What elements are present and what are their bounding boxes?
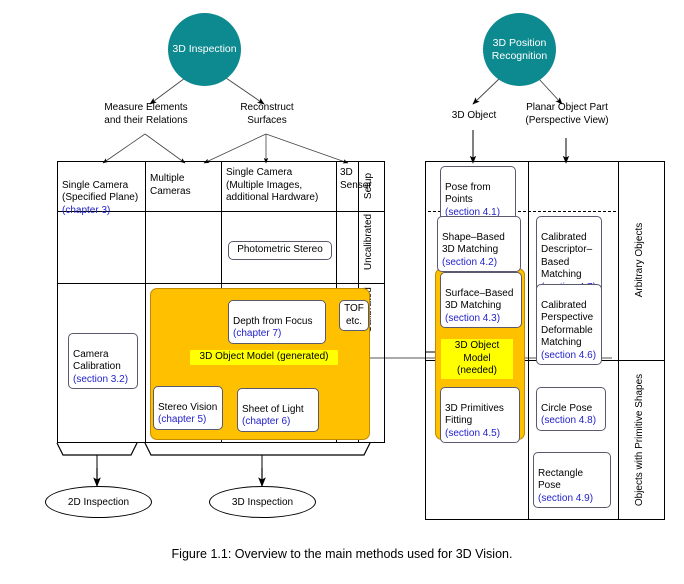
- highlight-3d-object-model-generated: 3D Object Model (generated): [190, 350, 338, 365]
- box-surface-based-title: Surface–Based 3D Matching: [445, 287, 514, 312]
- box-rectangle-pose-title: Rectangle Pose: [538, 467, 584, 492]
- branch-label-reconstruct-surfaces: Reconstruct Surfaces: [240, 102, 294, 126]
- box-circle-pose-ref: (section 4.8): [541, 415, 597, 426]
- box-depth-from-focus[interactable]: Depth from Focus (chapter 7): [228, 300, 326, 344]
- highlight-3d-object-model-needed: 3D Object Model (needed): [441, 339, 513, 379]
- box-surface-based-3d-matching[interactable]: Surface–Based 3D Matching (section 4.3): [440, 272, 522, 328]
- box-depth-from-focus-title: Depth from Focus: [233, 315, 313, 327]
- branch-label-planar-object-part: Planar Object Part (Perspective View): [525, 102, 609, 126]
- box-circle-pose-title: Circle Pose: [541, 402, 593, 414]
- left-col-header-0-text: Single Camera (Specified Plane): [62, 179, 139, 204]
- root-node-3d-position-recognition[interactable]: 3D Position Recognition: [483, 13, 556, 86]
- box-sheet-of-light-ref: (chapter 6): [242, 416, 291, 427]
- box-3d-primitives-fitting[interactable]: 3D Primitives Fitting (section 4.5): [440, 387, 520, 443]
- box-camera-calibration[interactable]: Camera Calibration (section 3.2): [68, 333, 138, 389]
- box-sheet-of-light-title: Sheet of Light: [242, 403, 304, 415]
- left-table-col-divider-1: [145, 161, 147, 443]
- box-photometric-stereo[interactable]: Photometric Stereo: [228, 241, 332, 260]
- left-table-row-divider-2: [57, 283, 385, 285]
- box-depth-from-focus-ref: (chapter 7): [233, 328, 282, 339]
- left-col-header-0-ref: (chapter 3): [62, 204, 111, 216]
- box-shape-based-ref: (section 4.2): [442, 256, 498, 268]
- box-surface-based-ref: (section 4.3): [445, 312, 501, 324]
- box-calibrated-descriptor-title: Calibrated Descriptor– Based Matching: [541, 231, 593, 281]
- box-pose-from-points[interactable]: Pose from Points (section 4.1): [440, 166, 516, 222]
- figure-caption: Figure 1.1: Overview to the main methods…: [171, 547, 513, 561]
- root-node-3d-inspection[interactable]: 3D Inspection: [168, 13, 241, 86]
- right-row-label-objects-primitive-shapes: Objects with Primitive Shapes: [633, 373, 645, 507]
- box-stereo-vision-ref: (chapter 5): [158, 414, 207, 425]
- box-calibrated-perspective-ref: (section 4.6): [541, 349, 597, 361]
- left-col-header-multiple-cameras: Multiple Cameras: [150, 173, 191, 197]
- box-rectangle-pose[interactable]: Rectangle Pose (section 4.9): [533, 452, 611, 508]
- left-row-label-uncalibrated: Uncalibrated: [362, 213, 374, 271]
- box-rectangle-pose-ref: (section 4.9): [538, 492, 594, 504]
- branch-label-3d-object: 3D Object: [451, 110, 497, 121]
- box-camera-calibration-title: Camera Calibration: [73, 348, 121, 373]
- box-camera-calibration-ref: (section 3.2): [73, 373, 129, 385]
- box-stereo-vision-title: Stereo Vision: [158, 401, 218, 413]
- box-shape-based-3d-matching[interactable]: Shape–Based 3D Matching (section 4.2): [437, 216, 521, 272]
- right-table-col-divider-1: [528, 161, 530, 520]
- outcome-2d-inspection[interactable]: 2D Inspection: [45, 486, 152, 518]
- box-stereo-vision[interactable]: Stereo Vision (chapter 5): [153, 386, 223, 430]
- left-col-header-single-camera-multi-image: Single Camera (Multiple Images, addition…: [226, 167, 319, 203]
- box-calibrated-perspective-deformable-matching[interactable]: Calibrated Perspective Deformable Matchi…: [536, 284, 602, 365]
- box-sheet-of-light[interactable]: Sheet of Light (chapter 6): [237, 388, 319, 432]
- box-tof-etc[interactable]: TOF etc.: [339, 300, 369, 331]
- left-table-col-divider-2: [221, 161, 223, 283]
- right-table-rowlabel-divider: [618, 161, 620, 520]
- box-primitives-fitting-title: 3D Primitives Fitting: [445, 402, 504, 427]
- box-shape-based-title: Shape–Based 3D Matching: [442, 231, 505, 256]
- box-calibrated-perspective-title: Calibrated Perspective Deformable Matchi…: [541, 299, 594, 349]
- left-col-header-single-camera-specified-plane: Single Camera (Specified Plane) (chapter…: [62, 167, 142, 217]
- box-primitives-fitting-ref: (section 4.5): [445, 427, 501, 439]
- outcome-3d-inspection[interactable]: 3D Inspection: [209, 486, 316, 518]
- figure-3d-vision-overview: 3D Inspection 3D Position Recognition Me…: [0, 0, 684, 584]
- box-pose-from-points-title: Pose from Points: [445, 181, 491, 206]
- right-row-label-arbitrary-objects: Arbitrary Objects: [633, 222, 645, 298]
- left-row-label-setup: Setup: [362, 172, 374, 200]
- box-circle-pose[interactable]: Circle Pose (section 4.8): [536, 387, 606, 431]
- branch-label-measure-elements: Measure Elements and their Relations: [104, 102, 188, 126]
